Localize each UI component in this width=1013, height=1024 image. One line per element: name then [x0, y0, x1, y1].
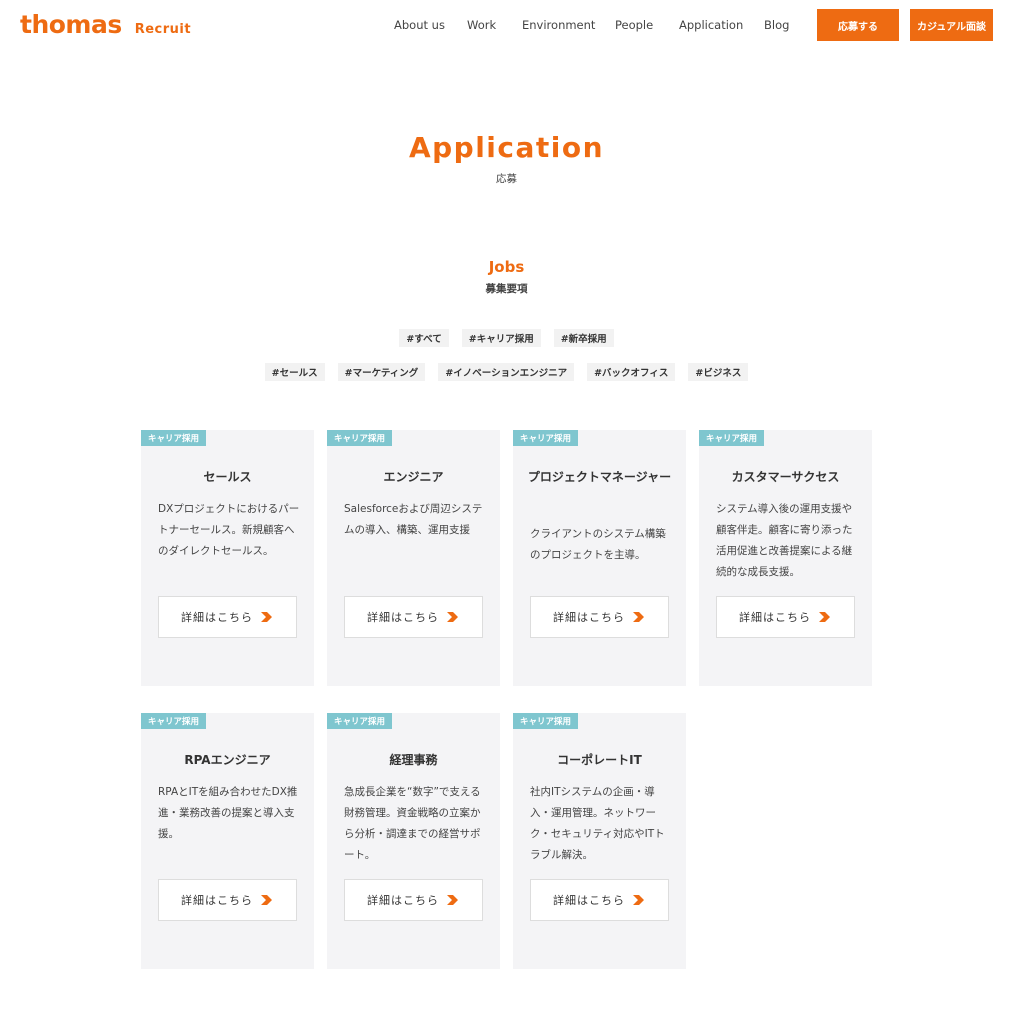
card-title: コーポレートIT	[557, 753, 642, 767]
tag-all[interactable]: #すべて	[399, 329, 449, 347]
details-button[interactable]: 詳細はこちら	[344, 596, 483, 638]
job-card-sales: キャリア採用 セールス DXプロジェクトにおけるパートナーセールス。新規顧客への…	[141, 430, 314, 686]
card-description: クライアントのシステム構築のプロジェクトを主導。	[530, 528, 666, 561]
nav-about-us[interactable]: About us	[394, 18, 445, 32]
card-description: 急成長企業を“数字”で支える財務管理。資金戦略の立案から分析・調達までの経営サポ…	[344, 786, 481, 861]
nav-blog[interactable]: Blog	[764, 18, 789, 32]
details-button[interactable]: 詳細はこちら	[344, 879, 483, 921]
tag-innovation-engineer[interactable]: #イノベーションエンジニア	[438, 363, 575, 381]
card-title: 経理事務	[389, 753, 438, 767]
nav-application[interactable]: Application	[679, 18, 743, 32]
chevron-right-icon	[819, 612, 830, 622]
details-button-label: 詳細はこちら	[367, 611, 439, 624]
card-description: システム導入後の運用支援や顧客伴走。顧客に寄り添った活用促進と改善提案による継続…	[716, 503, 853, 578]
chevron-right-icon	[633, 612, 644, 622]
tag-filter-row-1: #すべて #キャリア採用 #新卒採用	[0, 329, 1013, 347]
job-card-engineer: キャリア採用 エンジニア Salesforceおよび周辺システムの導入、構築、運…	[327, 430, 500, 686]
tag-filter-row-2: #セールス #マーケティング #イノベーションエンジニア #バックオフィス #ビ…	[0, 363, 1013, 381]
details-button[interactable]: 詳細はこちら	[530, 596, 669, 638]
nav-work[interactable]: Work	[467, 18, 496, 32]
details-button[interactable]: 詳細はこちら	[158, 879, 297, 921]
details-button-label: 詳細はこちら	[367, 894, 439, 907]
job-card-customer-success: キャリア採用 カスタマーサクセス システム導入後の運用支援や顧客伴走。顧客に寄り…	[699, 430, 872, 686]
jobs-subtitle: 募集要項	[485, 283, 528, 295]
card-description: RPAとITを組み合わせたDX推進・業務改善の提案と導入支援。	[158, 786, 298, 840]
card-badge: キャリア採用	[141, 713, 207, 729]
card-badge: キャリア採用	[141, 430, 207, 446]
card-title: セールス	[203, 470, 252, 484]
card-title: プロジェクトマネージャー	[527, 470, 672, 484]
job-card-project-manager: キャリア採用 プロジェクトマネージャー クライアントのシステム構築のプロジェクト…	[513, 430, 686, 686]
details-button-label: 詳細はこちら	[553, 894, 625, 907]
card-badge: キャリア採用	[327, 430, 393, 446]
card-badge: キャリア採用	[699, 430, 765, 446]
tag-sales[interactable]: #セールス	[264, 363, 325, 381]
tag-business[interactable]: #ビジネス	[688, 363, 749, 381]
nav-people[interactable]: People	[615, 18, 653, 32]
details-button-label: 詳細はこちら	[181, 611, 253, 624]
card-badge: キャリア採用	[513, 430, 579, 446]
chevron-right-icon	[447, 895, 458, 905]
chevron-right-icon	[261, 895, 272, 905]
details-button[interactable]: 詳細はこちら	[158, 596, 297, 638]
chevron-right-icon	[633, 895, 644, 905]
page-subtitle: 応募	[496, 173, 517, 185]
apply-button[interactable]: 応募する	[817, 9, 899, 41]
chevron-right-icon	[447, 612, 458, 622]
card-title: RPAエンジニア	[184, 753, 271, 767]
details-button[interactable]: 詳細はこちら	[716, 596, 855, 638]
tag-career[interactable]: #キャリア採用	[461, 329, 541, 347]
job-card-accounting: キャリア採用 経理事務 急成長企業を“数字”で支える財務管理。資金戦略の立案から…	[327, 713, 500, 969]
chevron-right-icon	[261, 612, 272, 622]
details-button-label: 詳細はこちら	[181, 894, 253, 907]
jobs-title: Jobs	[488, 258, 525, 276]
details-button-label: 詳細はこちら	[553, 611, 625, 624]
job-card-corporate-it: キャリア採用 コーポレートIT 社内ITシステムの企画・導入・運用管理。ネットワ…	[513, 713, 686, 969]
site-header: thomas Recruit About us Work Environment…	[0, 0, 1013, 52]
casual-interview-button[interactable]: カジュアル面談	[910, 9, 993, 41]
card-description: Salesforceおよび周辺システムの導入、構築、運用支援	[344, 503, 483, 536]
card-badge: キャリア採用	[513, 713, 579, 729]
tag-back-office[interactable]: #バックオフィス	[587, 363, 676, 381]
card-description: 社内ITシステムの企画・導入・運用管理。ネットワーク・セキュリティ対応やITトラ…	[530, 786, 665, 861]
card-title: エンジニア	[383, 470, 444, 484]
card-title: カスタマーサクセス	[731, 470, 840, 484]
tag-marketing[interactable]: #マーケティング	[337, 363, 426, 381]
card-badge: キャリア採用	[327, 713, 393, 729]
card-description: DXプロジェクトにおけるパートナーセールス。新規顧客へのダイレクトセールス。	[158, 503, 300, 557]
nav-environment[interactable]: Environment	[522, 18, 595, 32]
tag-new-grad[interactable]: #新卒採用	[553, 329, 614, 347]
details-button[interactable]: 詳細はこちら	[530, 879, 669, 921]
details-button-label: 詳細はこちら	[739, 611, 811, 624]
page-title: Application	[408, 131, 605, 164]
job-card-rpa-engineer: キャリア採用 RPAエンジニア RPAとITを組み合わせたDX推進・業務改善の提…	[141, 713, 314, 969]
